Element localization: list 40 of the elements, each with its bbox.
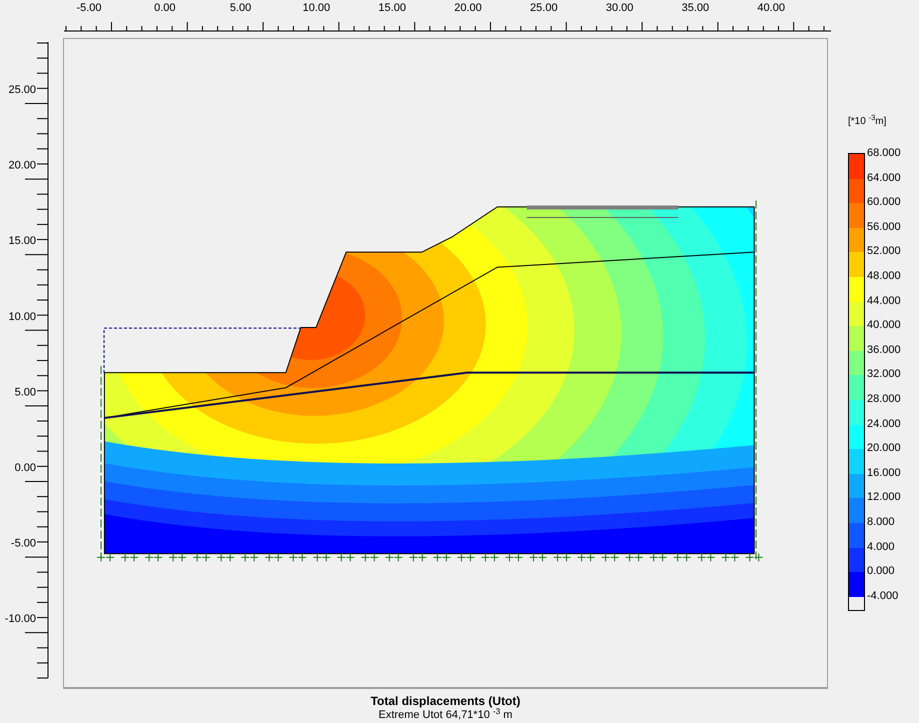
legend-label: 60.000: [867, 195, 901, 210]
ruler-label: 0.00: [14, 462, 36, 474]
legend-label: 4.000: [867, 540, 896, 554]
legend-label: 68.000: [867, 146, 901, 161]
ruler-label: 10.00: [302, 2, 330, 14]
ruler-label: 40.00: [757, 2, 785, 14]
legend-unit: [*10 $^{-3}$m]: [848, 114, 886, 129]
ruler-label: 5.00: [230, 2, 252, 14]
legend-label: 40.000: [867, 318, 901, 334]
ruler-label: 20.00: [454, 2, 482, 14]
legend-label: 28.000: [867, 392, 901, 407]
ruler-label: -5.00: [10, 538, 36, 550]
ruler-label: 15.00: [378, 2, 406, 14]
extreme-value-text: Extreme Utot 64,71*10 $^{-3}$ m: [378, 709, 512, 722]
legend-label: 44.000: [867, 294, 901, 309]
legend-label: 8.000: [867, 514, 896, 530]
legend-label: 56.000: [867, 220, 901, 235]
ruler-label: 25.00: [530, 2, 558, 14]
ruler-label: -5.00: [76, 2, 102, 14]
ruler-label: -10.00: [4, 613, 36, 626]
legend-label: 36.000: [867, 342, 901, 358]
ruler-label: 15.00: [8, 235, 36, 248]
ruler-label: 30.00: [606, 2, 634, 14]
ruler-label: 20.00: [8, 160, 36, 172]
legend-label: 12.000: [867, 490, 901, 506]
plot-title: Total displacements (Utot): [370, 693, 520, 708]
legend-label: 64.000: [867, 170, 901, 186]
ruler-label: 0.00: [154, 2, 176, 14]
legend-label: 16.000: [867, 466, 901, 481]
ruler-label: 25.00: [8, 84, 36, 96]
legend-label: 0.000: [867, 564, 896, 580]
legend-label: 20.000: [867, 441, 901, 456]
legend-label: 48.000: [867, 268, 901, 284]
legend-label: 24.000: [867, 416, 901, 432]
ruler-label: 10.00: [8, 310, 36, 323]
legend-label: 32.000: [867, 367, 901, 382]
legend-label: -4.000: [867, 588, 900, 604]
legend-label: 52.000: [867, 244, 901, 260]
ruler-label: 35.00: [682, 2, 710, 14]
ruler-label: 5.00: [14, 386, 36, 398]
